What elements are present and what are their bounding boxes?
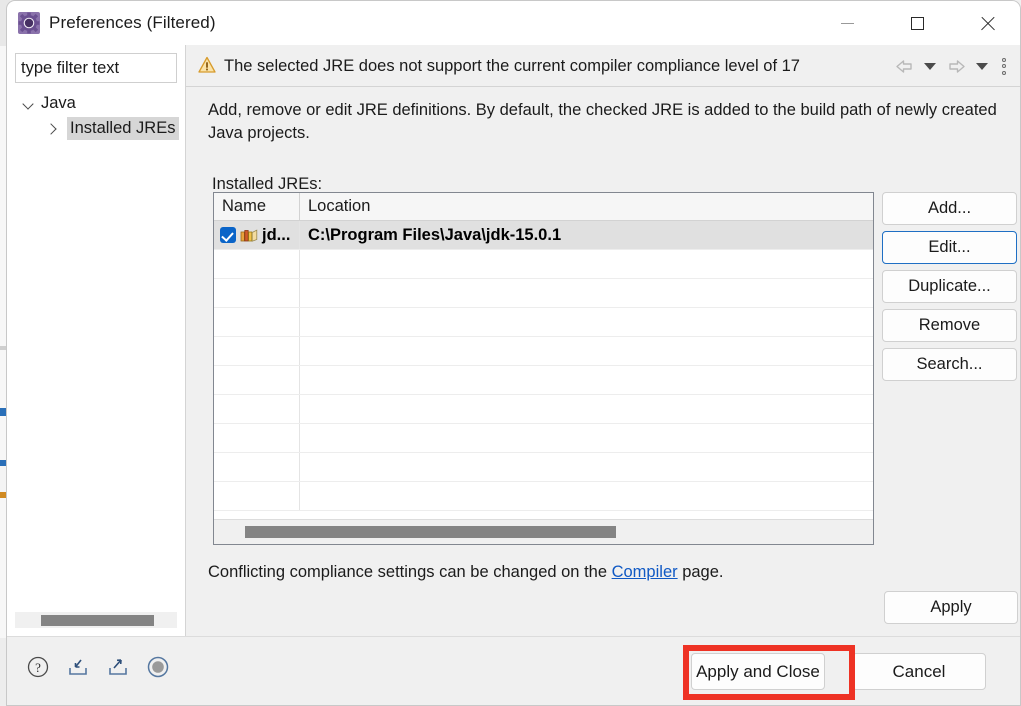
table-row-empty[interactable] bbox=[214, 308, 873, 337]
title-bar: Preferences (Filtered) bbox=[7, 1, 1020, 45]
forward-history-chevron-down-icon[interactable] bbox=[970, 54, 994, 78]
import-icon[interactable] bbox=[65, 654, 91, 680]
duplicate-button[interactable]: Duplicate... bbox=[882, 270, 1017, 303]
warning-triangle-icon bbox=[198, 56, 216, 74]
sidebar-item-java[interactable]: Java bbox=[15, 91, 185, 116]
jre-location: C:\Program Files\Java\jdk-15.0.1 bbox=[308, 225, 562, 244]
vertical-dots-icon[interactable] bbox=[996, 55, 1012, 77]
search-button[interactable]: Search... bbox=[882, 348, 1017, 381]
back-history-chevron-down-icon[interactable] bbox=[918, 54, 942, 78]
export-icon[interactable] bbox=[105, 654, 131, 680]
table-row-empty[interactable] bbox=[214, 424, 873, 453]
forward-arrow-icon[interactable] bbox=[944, 54, 968, 78]
svg-text:?: ? bbox=[35, 660, 41, 675]
table-header: Name Location bbox=[214, 193, 873, 221]
back-arrow-icon[interactable] bbox=[892, 54, 916, 78]
navigation-history-group bbox=[892, 54, 1012, 78]
preferences-gear-icon bbox=[18, 12, 40, 34]
help-icon[interactable]: ? bbox=[25, 654, 51, 680]
table-row-empty[interactable] bbox=[214, 279, 873, 308]
add-button[interactable]: Add... bbox=[882, 192, 1017, 225]
close-icon bbox=[980, 16, 995, 31]
content-panel: The selected JRE does not support the cu… bbox=[185, 45, 1020, 636]
apply-and-close-button[interactable]: Apply and Close bbox=[691, 653, 825, 690]
jre-checkbox[interactable] bbox=[220, 227, 236, 243]
warning-message: The selected JRE does not support the cu… bbox=[224, 57, 800, 75]
cancel-button[interactable]: Cancel bbox=[852, 653, 986, 690]
column-header-name[interactable]: Name bbox=[214, 193, 300, 220]
window-title: Preferences (Filtered) bbox=[49, 13, 216, 32]
scrollbar-thumb[interactable] bbox=[245, 526, 616, 538]
close-button[interactable] bbox=[952, 1, 1020, 45]
apply-button[interactable]: Apply bbox=[884, 591, 1018, 624]
jre-name: jd... bbox=[262, 225, 291, 244]
remove-button[interactable]: Remove bbox=[882, 309, 1017, 342]
footer-icon-group: ? bbox=[25, 654, 171, 680]
chevron-right-icon[interactable] bbox=[45, 121, 61, 137]
table-horizontal-scrollbar[interactable] bbox=[214, 519, 873, 544]
maximize-button[interactable] bbox=[882, 1, 952, 45]
sidebar-item-installed-jres[interactable]: Installed JREs bbox=[15, 116, 185, 141]
conflict-note: Conflicting compliance settings can be c… bbox=[208, 563, 724, 582]
column-header-location[interactable]: Location bbox=[300, 193, 873, 220]
table-row-empty[interactable] bbox=[214, 337, 873, 366]
filter-box bbox=[15, 53, 243, 83]
maximize-icon bbox=[910, 16, 924, 30]
cell-name: jd... bbox=[214, 221, 300, 249]
compiler-link[interactable]: Compiler bbox=[612, 563, 678, 581]
page-description: Add, remove or edit JRE definitions. By … bbox=[208, 101, 997, 142]
jre-action-buttons: Add... Edit... Duplicate... Remove Searc… bbox=[882, 192, 1017, 387]
minimize-button[interactable] bbox=[812, 1, 882, 45]
table-row-empty[interactable] bbox=[214, 395, 873, 424]
table-row[interactable]: jd... C:\Program Files\Java\jdk-15.0.1 bbox=[214, 221, 873, 250]
table-row-empty[interactable] bbox=[214, 453, 873, 482]
conflict-note-prefix: Conflicting compliance settings can be c… bbox=[208, 563, 612, 581]
sidebar-item-label: Java bbox=[41, 94, 76, 112]
edit-button[interactable]: Edit... bbox=[882, 231, 1017, 264]
table-row-empty[interactable] bbox=[214, 366, 873, 395]
chevron-down-icon[interactable] bbox=[21, 96, 37, 112]
cell-location: C:\Program Files\Java\jdk-15.0.1 bbox=[300, 221, 873, 249]
dialog-footer: ? Apply and Close Cancel bbox=[7, 636, 1020, 705]
restore-defaults-icon[interactable] bbox=[145, 654, 171, 680]
sidebar-panel: Java Installed JREs bbox=[7, 45, 243, 636]
jre-library-icon bbox=[240, 227, 258, 243]
table-row-empty[interactable] bbox=[214, 482, 873, 511]
installed-jres-table: Name Location jd... C:\Program Files\Jav… bbox=[213, 192, 874, 545]
conflict-note-suffix: page. bbox=[677, 563, 724, 581]
scrollbar-thumb[interactable] bbox=[41, 615, 154, 626]
sidebar-horizontal-scrollbar[interactable] bbox=[15, 612, 177, 628]
screenshot-root: Preferences (Filtered) Java bbox=[0, 0, 1021, 706]
preferences-dialog: Preferences (Filtered) Java bbox=[6, 0, 1021, 706]
minimize-icon bbox=[840, 22, 854, 24]
sidebar-item-label: Installed JREs bbox=[67, 117, 180, 140]
table-row-empty[interactable] bbox=[214, 250, 873, 279]
warning-bar: The selected JRE does not support the cu… bbox=[186, 45, 1020, 87]
preference-tree: Java Installed JREs bbox=[15, 91, 185, 141]
